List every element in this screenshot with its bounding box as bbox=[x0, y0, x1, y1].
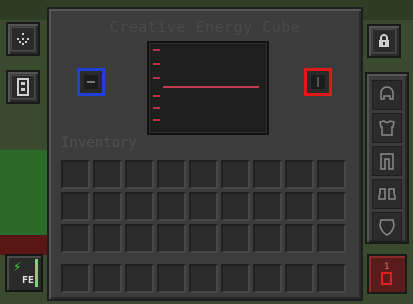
energy-bar bbox=[35, 259, 38, 287]
hotbar-slot[interactable] bbox=[221, 264, 250, 293]
lock-icon bbox=[372, 29, 396, 53]
chestplate-icon bbox=[379, 120, 395, 136]
input-side-icon bbox=[84, 75, 98, 89]
hotbar-slot[interactable] bbox=[285, 264, 314, 293]
inventory-slot[interactable] bbox=[221, 160, 250, 189]
inventory-slot[interactable] bbox=[61, 160, 90, 189]
redstone-count: 1 bbox=[384, 262, 390, 272]
inventory-slot[interactable] bbox=[285, 160, 314, 189]
offhand-shield-slot[interactable] bbox=[372, 212, 402, 242]
energy-tick bbox=[153, 49, 160, 51]
hotbar-slot[interactable] bbox=[189, 264, 218, 293]
inventory-slot[interactable] bbox=[253, 192, 282, 221]
inventory-slot[interactable] bbox=[61, 192, 90, 221]
inventory-slot[interactable] bbox=[93, 160, 122, 189]
energy-cube-window: Creative Energy Cube Inventory bbox=[47, 7, 363, 301]
hotbar-slot[interactable] bbox=[317, 264, 346, 293]
energy-tick bbox=[153, 63, 160, 65]
leggings-icon bbox=[380, 153, 394, 170]
inventory-slot[interactable] bbox=[93, 192, 122, 221]
energy-tick bbox=[153, 107, 160, 109]
inventory-slot[interactable] bbox=[189, 224, 218, 253]
shield-icon bbox=[379, 219, 395, 236]
energy-tick bbox=[153, 95, 160, 97]
inventory-slot[interactable] bbox=[125, 192, 154, 221]
boots-slot[interactable] bbox=[372, 179, 402, 209]
inventory-slot[interactable] bbox=[61, 224, 90, 253]
boots-icon bbox=[378, 188, 396, 200]
hotbar-slot[interactable] bbox=[93, 264, 122, 293]
redstone-control-button[interactable]: 1 bbox=[367, 254, 407, 294]
energy-tick bbox=[153, 77, 160, 79]
inventory-slot[interactable] bbox=[317, 192, 346, 221]
config-icon bbox=[11, 27, 35, 51]
inventory-slot[interactable] bbox=[285, 224, 314, 253]
inventory-slot[interactable] bbox=[253, 224, 282, 253]
hotbar-slot[interactable] bbox=[125, 264, 154, 293]
chestplate-slot[interactable] bbox=[372, 113, 402, 143]
hotbar-slot[interactable] bbox=[157, 264, 186, 293]
helmet-icon bbox=[380, 86, 394, 100]
armor-panel bbox=[365, 72, 409, 244]
output-side-slot[interactable] bbox=[304, 68, 332, 96]
inventory-slot[interactable] bbox=[317, 224, 346, 253]
inventory-slot[interactable] bbox=[93, 224, 122, 253]
inventory-slot[interactable] bbox=[285, 192, 314, 221]
inventory-slot[interactable] bbox=[189, 192, 218, 221]
inventory-slot[interactable] bbox=[221, 224, 250, 253]
config-button[interactable] bbox=[6, 22, 40, 56]
leggings-slot[interactable] bbox=[372, 146, 402, 176]
inventory-slot[interactable] bbox=[253, 160, 282, 189]
helmet-slot[interactable] bbox=[372, 80, 402, 110]
hotbar-slot[interactable] bbox=[61, 264, 90, 293]
energy-display bbox=[147, 41, 269, 135]
window-title: Creative Energy Cube bbox=[109, 18, 301, 36]
side-config-button[interactable] bbox=[6, 70, 40, 104]
energy-tick bbox=[153, 119, 160, 121]
input-side-slot[interactable] bbox=[77, 68, 105, 96]
hotbar-slot[interactable] bbox=[253, 264, 282, 293]
inventory-slot[interactable] bbox=[157, 192, 186, 221]
inventory-slot[interactable] bbox=[189, 160, 218, 189]
inventory-slot[interactable] bbox=[157, 160, 186, 189]
energy-level-line bbox=[163, 86, 259, 88]
inventory-label: Inventory bbox=[61, 135, 137, 151]
redstone-icon bbox=[381, 272, 392, 285]
energy-unit-label: FE bbox=[22, 275, 35, 286]
inventory-slot[interactable] bbox=[125, 160, 154, 189]
inventory-slot[interactable] bbox=[125, 224, 154, 253]
side-config-icon bbox=[11, 75, 35, 99]
output-side-icon bbox=[311, 75, 325, 89]
lightning-icon: ⚡ bbox=[13, 260, 22, 274]
security-button[interactable] bbox=[367, 24, 401, 58]
inventory-slot[interactable] bbox=[221, 192, 250, 221]
energy-unit-button[interactable]: ⚡ FE bbox=[5, 254, 43, 292]
inventory-slot[interactable] bbox=[157, 224, 186, 253]
inventory-slot[interactable] bbox=[317, 160, 346, 189]
